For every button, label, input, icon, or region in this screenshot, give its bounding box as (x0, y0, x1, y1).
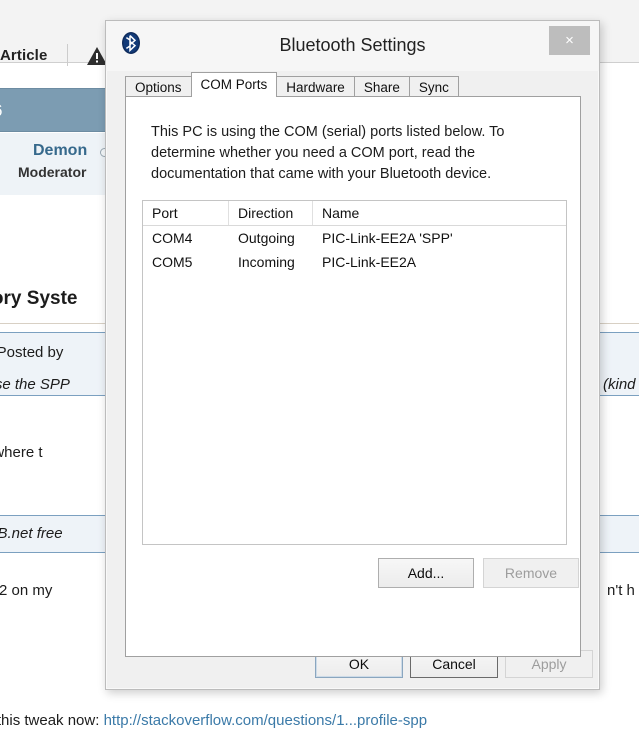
cell-port: COM5 (143, 250, 229, 274)
table-row[interactable]: COM4 Outgoing PIC-Link-EE2A 'SPP' (143, 226, 566, 250)
tab-share[interactable]: Share (354, 76, 410, 97)
add-button[interactable]: Add... (378, 558, 474, 588)
post-body-line-3: n't h (607, 582, 635, 599)
table-row[interactable]: COM5 Incoming PIC-Link-EE2A (143, 250, 566, 274)
thread-header-text: 6 (0, 101, 2, 121)
section-heading: ntory Syste (0, 288, 77, 310)
stackoverflow-link[interactable]: http://stackoverflow.com/questions/1...p… (104, 712, 428, 729)
com-ports-listview[interactable]: Port Direction Name COM4 Outgoing PIC-Li… (142, 200, 567, 545)
com-ports-panel: This PC is using the COM (serial) ports … (125, 96, 581, 657)
remove-button: Remove (483, 558, 579, 588)
tab-strip: Options COM Ports Hardware Share Sync (125, 75, 581, 97)
tab-sync[interactable]: Sync (409, 76, 459, 97)
tab-com-ports[interactable]: COM Ports (191, 72, 278, 97)
column-header-direction[interactable]: Direction (229, 201, 313, 225)
dialog-title: Bluetooth Settings (106, 35, 599, 56)
post-body-line-1: ow/where t (0, 444, 43, 461)
tab-hardware[interactable]: Hardware (276, 76, 355, 97)
post-body-line-2: 2002 on my (0, 582, 52, 599)
bluetooth-settings-dialog: Bluetooth Settings × Options COM Ports H… (105, 20, 600, 690)
bottom-post-line: ng this tweak now: http://stackoverflow.… (0, 712, 427, 729)
column-header-port[interactable]: Port (143, 201, 229, 225)
quote-body-right: (kind (603, 376, 636, 393)
close-icon[interactable]: × (549, 26, 590, 55)
topbar-divider (67, 44, 68, 66)
cell-port: COM4 (143, 226, 229, 250)
panel-description: This PC is using the COM (serial) ports … (151, 122, 531, 185)
bottom-post-prefix: ng this tweak now: (0, 712, 104, 729)
post-author-role: Moderator (18, 164, 86, 180)
cell-name: PIC-Link-EE2A (313, 250, 566, 274)
cell-name: PIC-Link-EE2A 'SPP' (313, 226, 566, 250)
listview-header: Port Direction Name (143, 201, 566, 226)
tab-options[interactable]: Options (125, 76, 192, 97)
quote-body-left: u use the SPP (0, 376, 70, 393)
quote-attribution: ally Posted by (0, 344, 63, 361)
tab-strip-filler (458, 76, 581, 97)
cell-direction: Incoming (229, 250, 313, 274)
post-author-name[interactable]: Demon (33, 142, 87, 160)
breadcrumb-article-label: Article (0, 47, 47, 64)
column-header-name[interactable]: Name (313, 201, 566, 225)
cell-direction: Outgoing (229, 226, 313, 250)
thread-header-bar: 6 (0, 88, 114, 132)
screen: Article 6 Demon Moderator ntory Syste al… (0, 0, 639, 753)
dialog-titlebar[interactable]: Bluetooth Settings × (106, 21, 599, 71)
quote2-body: er VB.net free (0, 525, 63, 542)
